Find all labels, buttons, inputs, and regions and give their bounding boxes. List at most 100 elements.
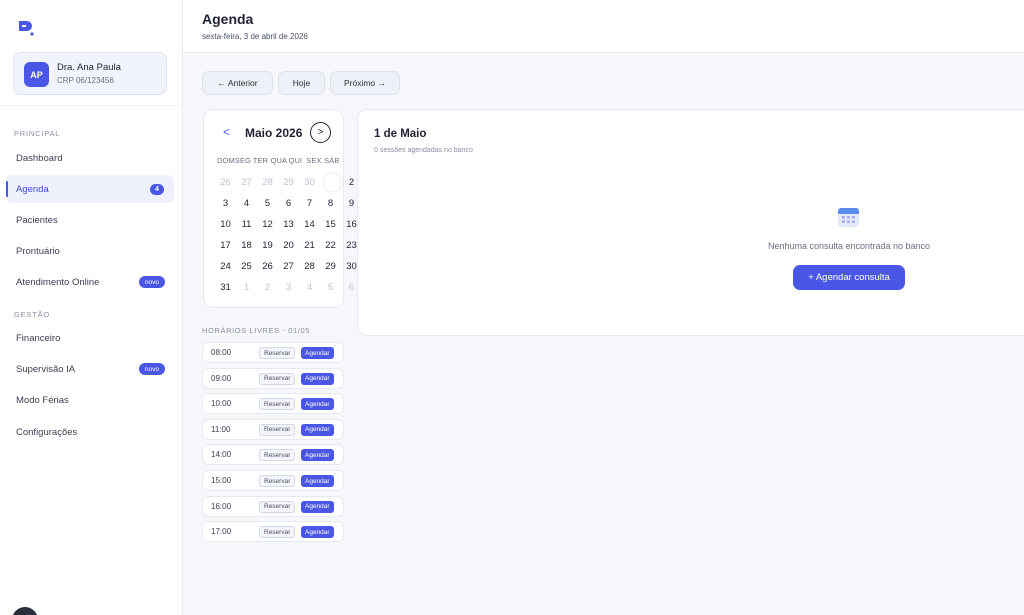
free-slot-row: 15:00 Reservar Agendar <box>202 470 344 491</box>
slot-time: 10:00 <box>211 399 232 409</box>
slot-time: 09:00 <box>211 373 232 383</box>
sidebar-item-label: Agenda <box>16 183 49 195</box>
reserve-button[interactable]: Reservar <box>259 449 296 462</box>
book-button[interactable]: Agendar <box>301 398 334 411</box>
calendar-day[interactable]: 1 <box>236 277 257 298</box>
calendar-day[interactable]: 29 <box>278 172 299 193</box>
sidebar-item-financeiro[interactable]: Financeiro <box>6 324 174 352</box>
sidebar-item-prontuario[interactable]: Prontuário <box>6 237 174 265</box>
today-button[interactable]: Hoje <box>278 71 325 95</box>
book-button[interactable]: Agendar <box>301 423 334 436</box>
calendar-day[interactable]: 18 <box>236 235 257 256</box>
calendar-day[interactable]: 28 <box>299 256 320 277</box>
calendar-day[interactable]: 28 <box>257 172 278 193</box>
calendar-day[interactable]: 17 <box>215 235 236 256</box>
page-title: Agenda <box>202 11 254 27</box>
calendar-day[interactable]: 26 <box>215 172 236 193</box>
calendar-day[interactable]: 21 <box>299 235 320 256</box>
reserve-button[interactable]: Reservar <box>259 398 296 411</box>
sidebar-item-label: Prontuário <box>16 245 60 257</box>
sidebar-item-label: Pacientes <box>16 214 58 226</box>
calendar-day[interactable]: 4 <box>299 277 320 298</box>
free-slots-title: HORÁRIOS LIVRES - 01/05 <box>202 326 311 335</box>
calendar-day[interactable]: 3 <box>215 193 236 214</box>
weekday-label: QUI <box>288 156 303 165</box>
book-button[interactable]: Agendar <box>301 347 334 359</box>
free-slot-row: 11:00 Reservar Agendar <box>202 418 344 440</box>
calendar-day[interactable]: 5 <box>257 193 278 214</box>
weekday-label: DOM <box>217 156 235 165</box>
reserve-button[interactable]: Reservar <box>259 526 296 539</box>
weekday-label: TER <box>252 156 269 165</box>
reserve-button[interactable]: Reservar <box>259 475 296 487</box>
calendar-prev-month-button[interactable]: < <box>223 125 230 139</box>
calendar-day[interactable]: 5 <box>320 277 341 298</box>
calendar-day[interactable]: 31 <box>215 277 236 298</box>
day-title: 1 de Maio <box>374 128 427 140</box>
calendar-day[interactable]: 8 <box>320 193 341 214</box>
calendar-icon <box>838 208 859 227</box>
next-button[interactable]: Próximo → <box>330 71 400 95</box>
book-button[interactable]: Agendar <box>301 475 334 487</box>
book-button[interactable]: Agendar <box>301 449 334 462</box>
calendar-day[interactable]: 25 <box>236 256 257 277</box>
day-panel: 1 de Maio 0 sessões agendadas no banco N… <box>357 109 1024 336</box>
slot-time: 14:00 <box>211 450 232 460</box>
sidebar-item-agenda[interactable]: Agenda 4 <box>6 175 174 203</box>
slot-time: 16:00 <box>211 501 232 511</box>
sidebar-item-label: Dashboard <box>16 152 63 164</box>
book-button[interactable]: Agendar <box>301 372 334 385</box>
book-button[interactable]: Agendar <box>301 500 334 513</box>
sidebar-item-label: Atendimento Online <box>16 276 100 288</box>
sidebar-item-dashboard[interactable]: Dashboard <box>6 144 174 172</box>
calendar-day[interactable]: 19 <box>257 235 278 256</box>
sidebar-item-supervisao-ia[interactable]: Supervisão IA novo <box>6 355 174 383</box>
section-label-gestao: GESTÃO <box>14 310 51 319</box>
book-button[interactable]: Agendar <box>301 526 334 539</box>
calendar-day[interactable]: 7 <box>299 193 320 214</box>
free-slot-row: 17:00 Reservar Agendar <box>202 521 344 543</box>
calendar-day[interactable]: 4 <box>236 193 257 214</box>
calendar-day[interactable]: 6 <box>278 193 299 214</box>
calendar-day[interactable]: 27 <box>236 172 257 193</box>
calendar-day[interactable]: 2 <box>257 277 278 298</box>
calendar-weekday-header: DOM SEG TER QUA QUI SEX SÁB <box>217 156 342 165</box>
reserve-button[interactable]: Reservar <box>259 423 296 436</box>
calendar-day[interactable]: 27 <box>278 256 299 277</box>
sidebar-item-atendimento-online[interactable]: Atendimento Online novo <box>6 268 174 296</box>
calendar-next-month-button[interactable]: > <box>310 122 331 143</box>
reserve-button[interactable]: Reservar <box>259 372 296 385</box>
calendar-day[interactable]: 12 <box>257 214 278 235</box>
calendar-day[interactable]: 24 <box>215 256 236 277</box>
calendar-day[interactable]: 3 <box>278 277 299 298</box>
sidebar: AP Dra. Ana Paula CRP 06/123456 PRINCIPA… <box>0 0 183 615</box>
current-date: sexta-feira, 3 de abril de 2026 <box>202 32 308 41</box>
calendar-day[interactable]: 22 <box>320 235 341 256</box>
calendar-day[interactable]: 30 <box>299 172 320 193</box>
calendar-day-selected[interactable] <box>320 172 341 193</box>
agenda-count-badge: 4 <box>150 184 164 195</box>
reserve-button[interactable]: Reservar <box>259 500 296 513</box>
sidebar-item-pacientes[interactable]: Pacientes <box>6 206 174 234</box>
calendar-day[interactable]: 11 <box>236 214 257 235</box>
sidebar-item-configuracoes[interactable]: Configurações <box>6 418 174 446</box>
day-sessions-count: 0 sessões agendadas no banco <box>374 147 473 154</box>
sidebar-item-label: Modo Férias <box>16 394 69 406</box>
calendar-day[interactable]: 20 <box>278 235 299 256</box>
slot-time: 08:00 <box>211 348 232 357</box>
calendar-day[interactable]: 10 <box>215 214 236 235</box>
weekday-label: SEG <box>234 156 251 165</box>
logo-icon[interactable] <box>18 20 34 36</box>
calendar-day[interactable]: 29 <box>320 256 341 277</box>
help-button[interactable] <box>12 607 38 615</box>
calendar-day[interactable]: 15 <box>320 214 341 235</box>
calendar-day[interactable]: 26 <box>257 256 278 277</box>
calendar-day[interactable]: 13 <box>278 214 299 235</box>
user-profile-card[interactable]: AP Dra. Ana Paula CRP 06/123456 <box>13 52 167 95</box>
mini-calendar: < Maio 2026 > DOM SEG TER QUA QUI SEX SÁB 26 27… <box>203 109 357 308</box>
calendar-day[interactable]: 14 <box>299 214 320 235</box>
sidebar-item-modo-ferias[interactable]: Modo Férias <box>6 386 174 414</box>
previous-button[interactable]: ← Anterior <box>202 71 273 95</box>
reserve-button[interactable]: Reservar <box>259 347 296 359</box>
schedule-appointment-button[interactable]: + Agendar consulta <box>793 265 905 290</box>
